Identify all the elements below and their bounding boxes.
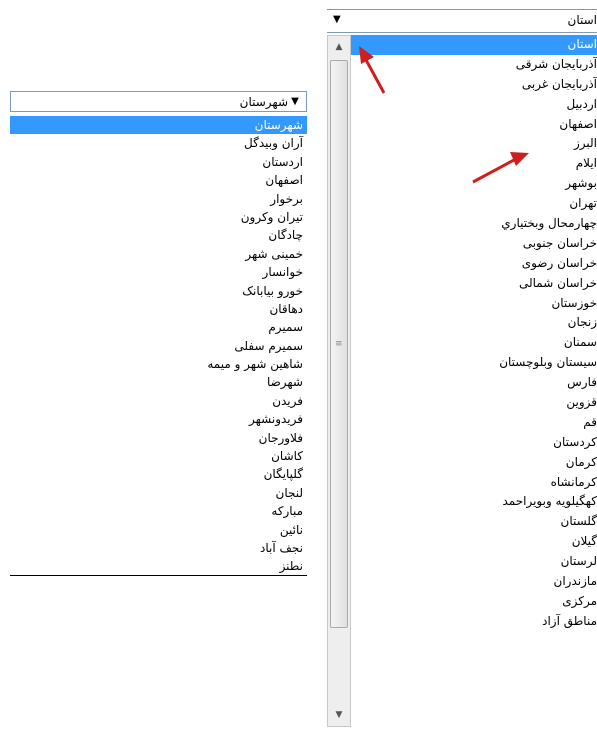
annotation-arrows bbox=[359, 46, 529, 184]
arrow-to-dropdown-icon bbox=[359, 46, 386, 94]
arrow-to-isfahan-icon bbox=[472, 152, 529, 184]
